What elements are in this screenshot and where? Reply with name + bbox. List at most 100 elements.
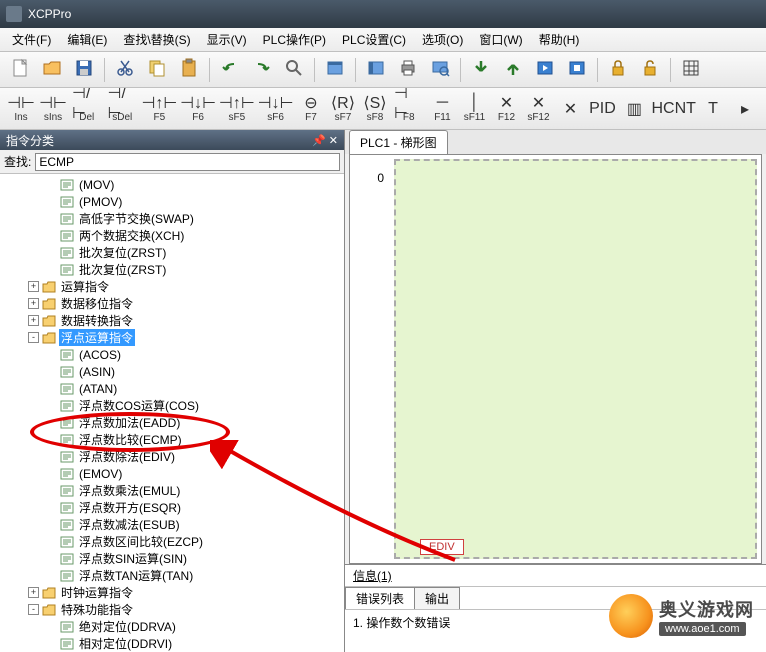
plc-tool-F7[interactable]: ⊖F7	[296, 90, 326, 128]
upload-button[interactable]	[499, 56, 527, 84]
redo-button[interactable]	[248, 56, 276, 84]
instruction-tree[interactable]: (MOV)(PMOV)高低字节交换(SWAP)两个数据交换(XCH)批次复位(Z…	[0, 174, 344, 652]
plc-tool-▥[interactable]: ▥	[619, 90, 649, 128]
tree-leaf[interactable]: 浮点数减法(ESUB)	[0, 516, 344, 533]
plc-tool-F6[interactable]: ⊣↓⊢F6	[180, 90, 217, 128]
gutter-line-0: 0	[350, 171, 384, 185]
print-button[interactable]	[394, 56, 422, 84]
tree-leaf[interactable]: 批次复位(ZRST)	[0, 261, 344, 278]
plc-tool-F8[interactable]: ⊣ ⊢F8	[392, 90, 426, 128]
window2-button[interactable]	[362, 56, 390, 84]
info-tab[interactable]: 输出	[414, 587, 460, 609]
expand-toggle-icon[interactable]: +	[28, 587, 39, 598]
tree-folder[interactable]: -特殊功能指令	[0, 601, 344, 618]
tree-leaf[interactable]: 浮点数比较(ECMP)	[0, 431, 344, 448]
plc-tool-HCNT[interactable]: HCNT	[651, 90, 696, 128]
lock1-icon	[608, 58, 628, 81]
expand-toggle-icon[interactable]: -	[28, 604, 39, 615]
tree-leaf[interactable]: 浮点数SIN运算(SIN)	[0, 550, 344, 567]
menu-item[interactable]: PLC设置(C)	[334, 29, 414, 50]
tree-folder[interactable]: +时钟运算指令	[0, 584, 344, 601]
menu-item[interactable]: PLC操作(P)	[255, 29, 334, 50]
tree-leaf[interactable]: 浮点数COS运算(COS)	[0, 397, 344, 414]
tree-leaf[interactable]: 浮点数加法(EADD)	[0, 414, 344, 431]
menu-item[interactable]: 帮助(H)	[531, 29, 588, 50]
plc-tool-label: sF6	[267, 112, 284, 123]
expand-toggle-icon[interactable]: +	[28, 315, 39, 326]
tree-leaf[interactable]: 两个数据交换(XCH)	[0, 227, 344, 244]
plc-tool-sDel[interactable]: ⊣/⊢sDel	[106, 90, 140, 128]
expand-toggle-icon[interactable]: +	[28, 281, 39, 292]
tree-leaf[interactable]: 批次复位(ZRST)	[0, 244, 344, 261]
plc-tool-Ins[interactable]: ⊣⊢Ins	[6, 90, 36, 128]
tree-leaf[interactable]: (EMOV)	[0, 465, 344, 482]
tree-spacer	[46, 468, 57, 479]
stop-button[interactable]	[563, 56, 591, 84]
run-button[interactable]	[531, 56, 559, 84]
save-file-button[interactable]	[70, 56, 98, 84]
menu-item[interactable]: 编辑(E)	[59, 29, 115, 50]
plc-tool-F11[interactable]: ─F11	[427, 90, 457, 128]
search-input[interactable]	[35, 153, 340, 171]
lock1-button[interactable]	[604, 56, 632, 84]
ladder-instruction-box[interactable]: EDIV	[420, 539, 464, 555]
tree-leaf[interactable]: 浮点数TAN运算(TAN)	[0, 567, 344, 584]
info-tab[interactable]: 错误列表	[345, 587, 415, 609]
tree-leaf[interactable]: 相对定位(DDRVI)	[0, 635, 344, 652]
tree-leaf[interactable]: (ATAN)	[0, 380, 344, 397]
window1-button[interactable]	[321, 56, 349, 84]
plc-tool-F12[interactable]: ✕F12	[491, 90, 521, 128]
copy-button[interactable]	[143, 56, 171, 84]
tree-leaf[interactable]: (ACOS)	[0, 346, 344, 363]
plc-tool-sF6[interactable]: ⊣↓⊢sF6	[257, 90, 294, 128]
plc-tool-PID[interactable]: PID	[587, 90, 617, 128]
plc-tool-Del[interactable]: ⊣/⊢Del	[70, 90, 104, 128]
plc-tool-▸[interactable]: ▸	[730, 90, 760, 128]
search-label: 查找:	[4, 153, 31, 170]
find-button[interactable]	[280, 56, 308, 84]
expand-toggle-icon[interactable]: +	[28, 298, 39, 309]
new-file-button[interactable]	[6, 56, 34, 84]
menu-item[interactable]: 文件(F)	[4, 29, 59, 50]
tree-leaf[interactable]: 浮点数乘法(EMUL)	[0, 482, 344, 499]
tree-leaf[interactable]: 绝对定位(DDRVA)	[0, 618, 344, 635]
plc-tool-sF12[interactable]: ✕sF12	[523, 90, 553, 128]
tree-folder[interactable]: -浮点运算指令	[0, 329, 344, 346]
tab-plc1[interactable]: PLC1 - 梯形图	[349, 130, 448, 154]
plc-tool-T[interactable]: T	[698, 90, 728, 128]
menu-item[interactable]: 查找\替换(S)	[115, 29, 198, 50]
tree-folder[interactable]: +数据转换指令	[0, 312, 344, 329]
pin-icon[interactable]: 📌 ✕	[312, 134, 338, 147]
menu-item[interactable]: 选项(O)	[414, 29, 471, 50]
plc-tool-F5[interactable]: ⊣↑⊢F5	[141, 90, 178, 128]
plc-tool-symbol: HCNT	[652, 100, 696, 118]
cut-button[interactable]	[111, 56, 139, 84]
open-file-button[interactable]	[38, 56, 66, 84]
paste-button[interactable]	[175, 56, 203, 84]
tree-folder[interactable]: +数据移位指令	[0, 295, 344, 312]
grid-button[interactable]	[677, 56, 705, 84]
lock2-button[interactable]	[636, 56, 664, 84]
undo-button[interactable]	[216, 56, 244, 84]
tree-leaf[interactable]: 浮点数区间比较(EZCP)	[0, 533, 344, 550]
menu-item[interactable]: 显示(V)	[199, 29, 255, 50]
plc-tool-sF8[interactable]: ⟨S⟩sF8	[360, 90, 390, 128]
plc-tool-sF5[interactable]: ⊣↑⊢sF5	[218, 90, 255, 128]
ladder-editor[interactable]: 0 EDIV	[349, 154, 762, 564]
tree-folder[interactable]: +运算指令	[0, 278, 344, 295]
monitor-button[interactable]	[426, 56, 454, 84]
tree-leaf[interactable]: 高低字节交换(SWAP)	[0, 210, 344, 227]
plc-tool-sIns[interactable]: ⊣⊢sIns	[38, 90, 68, 128]
download-button[interactable]	[467, 56, 495, 84]
tree-leaf[interactable]: 浮点数开方(ESQR)	[0, 499, 344, 516]
tree-leaf[interactable]: (ASIN)	[0, 363, 344, 380]
tree-leaf[interactable]: 浮点数除法(EDIV)	[0, 448, 344, 465]
expand-toggle-icon[interactable]: -	[28, 332, 39, 343]
ladder-canvas[interactable]	[394, 159, 757, 559]
tree-leaf[interactable]: (MOV)	[0, 176, 344, 193]
plc-tool-sF7[interactable]: ⟨R⟩sF7	[328, 90, 358, 128]
tree-leaf[interactable]: (PMOV)	[0, 193, 344, 210]
plc-tool-sF11[interactable]: │sF11	[459, 90, 489, 128]
plc-tool-✕[interactable]: ✕	[555, 90, 585, 128]
menu-item[interactable]: 窗口(W)	[471, 29, 530, 50]
